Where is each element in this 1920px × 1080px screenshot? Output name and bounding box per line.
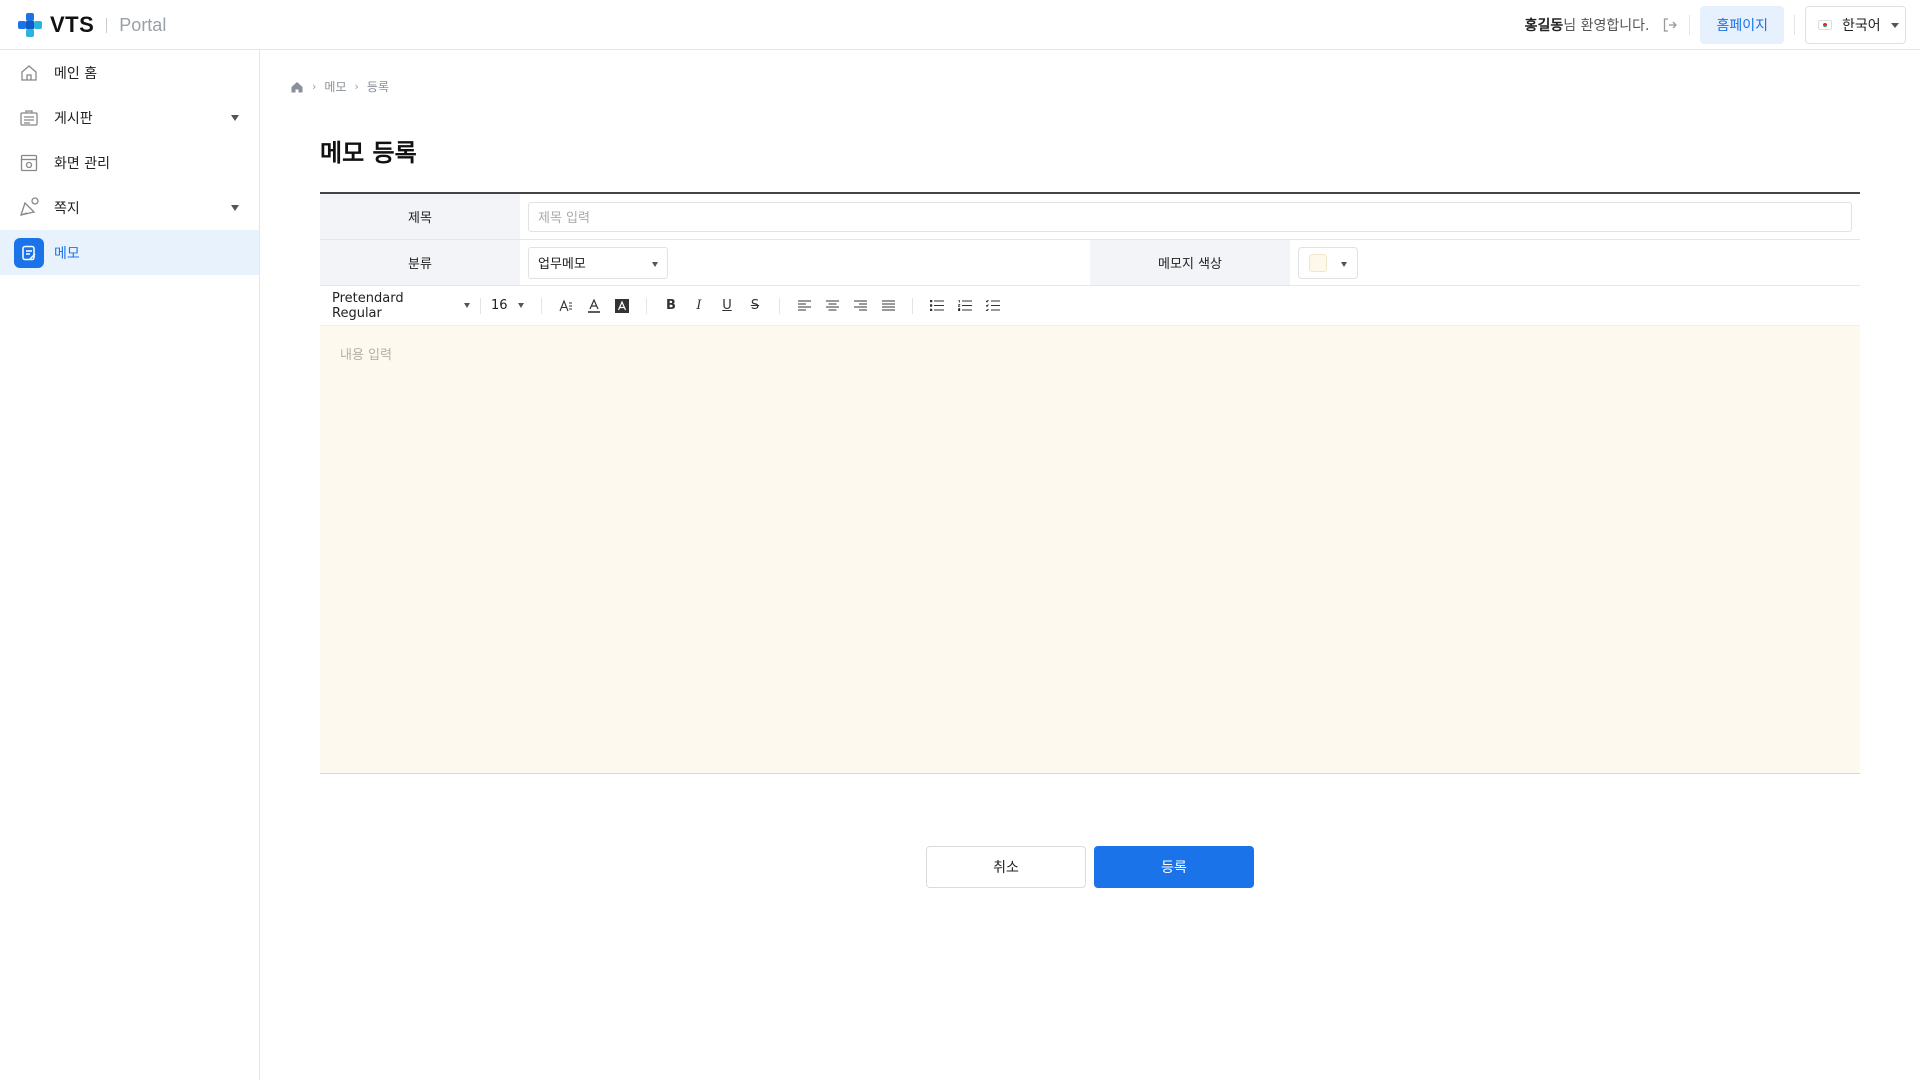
sidebar-item-memo[interactable]: 메모 xyxy=(0,230,259,275)
title-input[interactable]: 제목 입력 xyxy=(528,201,1852,232)
title-cell: 제목 입력 xyxy=(520,194,1860,239)
chevron-down-icon xyxy=(1891,23,1899,28)
toolbar-divider xyxy=(480,297,481,314)
italic-icon[interactable]: I xyxy=(685,294,713,318)
logo-icon xyxy=(18,13,42,37)
header-actions: 홍길동님 환영합니다. 홈페이지 한국어 xyxy=(1525,6,1906,44)
logo[interactable]: VTS Portal xyxy=(15,10,166,40)
screen-icon xyxy=(18,152,40,174)
color-swatch xyxy=(1309,253,1327,272)
homepage-button[interactable]: 홈페이지 xyxy=(1700,6,1784,44)
divider xyxy=(1794,15,1795,35)
sidebar-item-board[interactable]: 게시판 xyxy=(0,95,259,140)
sidebar-item-label: 게시판 xyxy=(54,110,93,127)
font-size-adjust-icon[interactable] xyxy=(552,294,580,318)
breadcrumb-item[interactable]: 메모 xyxy=(324,78,346,95)
welcome-text: 홍길동님 환영합니다. xyxy=(1525,15,1650,35)
sidebar-item-label: 쪽지 xyxy=(54,200,80,217)
main-content: › 메모 › 등록 메모 등록 제목 제목 입력 분류 업무메모 메모지 색상 xyxy=(260,50,1920,1080)
toolbar-divider xyxy=(541,297,542,314)
chevron-down-icon xyxy=(231,205,239,211)
align-left-icon[interactable] xyxy=(790,294,818,318)
category-label: 분류 xyxy=(320,240,520,285)
korea-flag-icon xyxy=(1818,20,1832,30)
form-actions: 취소 등록 xyxy=(926,846,1254,888)
language-select[interactable]: 한국어 xyxy=(1805,6,1906,44)
home-icon[interactable] xyxy=(290,80,304,94)
numbered-list-icon[interactable] xyxy=(951,294,979,318)
board-icon xyxy=(18,107,40,129)
chevron-right-icon: › xyxy=(312,80,317,93)
memo-color-picker[interactable] xyxy=(1298,246,1358,279)
submit-button[interactable]: 등록 xyxy=(1094,846,1254,888)
sidebar-item-label: 메모 xyxy=(54,245,80,262)
message-icon xyxy=(18,196,40,219)
sidebar-item-message[interactable]: 쪽지 xyxy=(0,185,259,230)
logo-text: VTS xyxy=(50,12,95,37)
sidebar-item-label: 화면 관리 xyxy=(54,155,110,172)
chevron-down-icon xyxy=(517,303,524,308)
sidebar-item-screen-management[interactable]: 화면 관리 xyxy=(0,140,259,185)
logout-icon[interactable] xyxy=(1661,16,1679,34)
chevron-right-icon: › xyxy=(354,80,359,93)
checklist-icon[interactable] xyxy=(979,294,1007,318)
toolbar-divider xyxy=(912,297,913,314)
font-size-select[interactable]: 16 xyxy=(491,295,531,317)
memo-content-editor[interactable]: 내용 입력 xyxy=(320,326,1860,774)
chevron-down-icon xyxy=(652,261,658,267)
font-family-select[interactable]: Pretendard Regular xyxy=(332,291,470,321)
align-center-icon[interactable] xyxy=(818,294,846,318)
chevron-down-icon xyxy=(464,303,470,308)
title-label: 제목 xyxy=(320,194,520,239)
editor-toolbar: Pretendard Regular 16 B I U S xyxy=(320,286,1860,326)
text-color-icon[interactable] xyxy=(580,294,608,318)
user-name: 홍길동 xyxy=(1524,18,1564,34)
toolbar-divider xyxy=(646,297,647,314)
font-family-value: Pretendard Regular xyxy=(332,290,404,321)
memo-form: 제목 제목 입력 분류 업무메모 메모지 색상 Pretendard Regul… xyxy=(320,192,1860,774)
chevron-down-icon xyxy=(231,115,239,121)
bullet-list-icon[interactable] xyxy=(923,294,951,318)
page-title: 메모 등록 xyxy=(320,139,417,167)
category-row: 분류 업무메모 메모지 색상 xyxy=(320,240,1860,286)
toolbar-divider xyxy=(779,297,780,314)
underline-icon[interactable]: U xyxy=(713,294,741,318)
home-icon xyxy=(18,62,40,84)
bold-icon[interactable]: B xyxy=(657,294,685,318)
cancel-button[interactable]: 취소 xyxy=(926,846,1086,888)
divider xyxy=(1689,15,1691,35)
background-color-icon[interactable] xyxy=(608,294,636,318)
sidebar-item-label: 메인 홈 xyxy=(54,65,98,82)
category-value: 업무메모 xyxy=(538,257,586,272)
top-header: VTS Portal 홍길동님 환영합니다. 홈페이지 한국어 xyxy=(0,0,1920,50)
logo-divider xyxy=(106,17,108,33)
color-label: 메모지 색상 xyxy=(1090,240,1290,285)
welcome-suffix: 님 환영합니다. xyxy=(1563,18,1650,34)
logo-subtitle: Portal xyxy=(119,14,167,35)
align-right-icon[interactable] xyxy=(846,294,874,318)
breadcrumb: › 메모 › 등록 xyxy=(290,78,389,95)
breadcrumb-item: 등록 xyxy=(366,80,389,94)
memo-icon xyxy=(14,237,44,268)
sidebar-item-main-home[interactable]: 메인 홈 xyxy=(0,50,259,95)
align-justify-icon[interactable] xyxy=(874,294,902,318)
color-cell xyxy=(1290,240,1860,285)
strikethrough-icon[interactable]: S xyxy=(741,294,769,318)
language-label: 한국어 xyxy=(1842,18,1881,34)
sidebar: 메인 홈 게시판 화면 관리 쪽지 메모 xyxy=(0,50,260,1080)
font-size-value: 16 xyxy=(491,298,508,313)
category-cell: 업무메모 xyxy=(520,240,1090,285)
title-row: 제목 제목 입력 xyxy=(320,194,1860,240)
chevron-down-icon xyxy=(1341,261,1347,267)
category-select[interactable]: 업무메모 xyxy=(528,246,668,279)
